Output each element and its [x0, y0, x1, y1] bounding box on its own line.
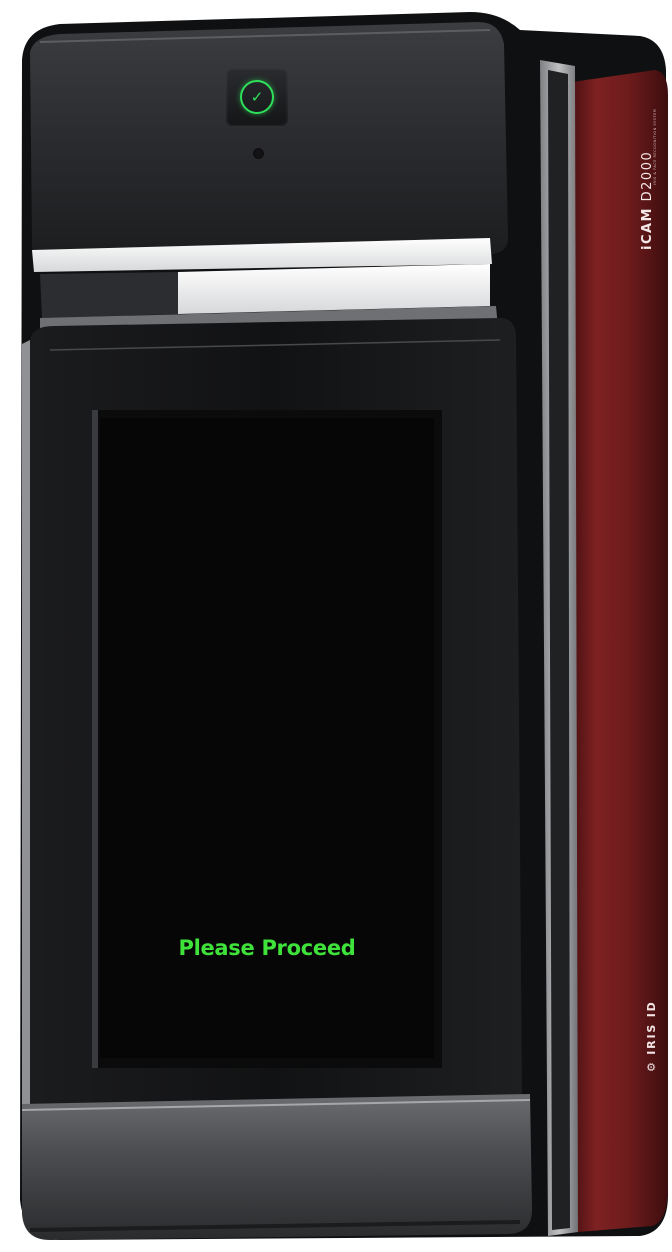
product-photo: ✓ Please Proceed iCAM D2000 IRIS & FACE …: [0, 0, 672, 1252]
status-indicator: ✓: [226, 68, 288, 126]
display-screen: Please Proceed: [100, 418, 434, 1058]
model-prefix: iCAM: [640, 207, 655, 250]
model-subtitle: IRIS & FACE RECOGNITION SYSTEM: [653, 108, 657, 185]
brand-logo: ⚙ IRIS ID: [645, 1000, 658, 1072]
status-message: Please Proceed: [178, 936, 356, 960]
check-circle-icon: ✓: [240, 80, 274, 114]
camera-lens: [253, 148, 264, 159]
